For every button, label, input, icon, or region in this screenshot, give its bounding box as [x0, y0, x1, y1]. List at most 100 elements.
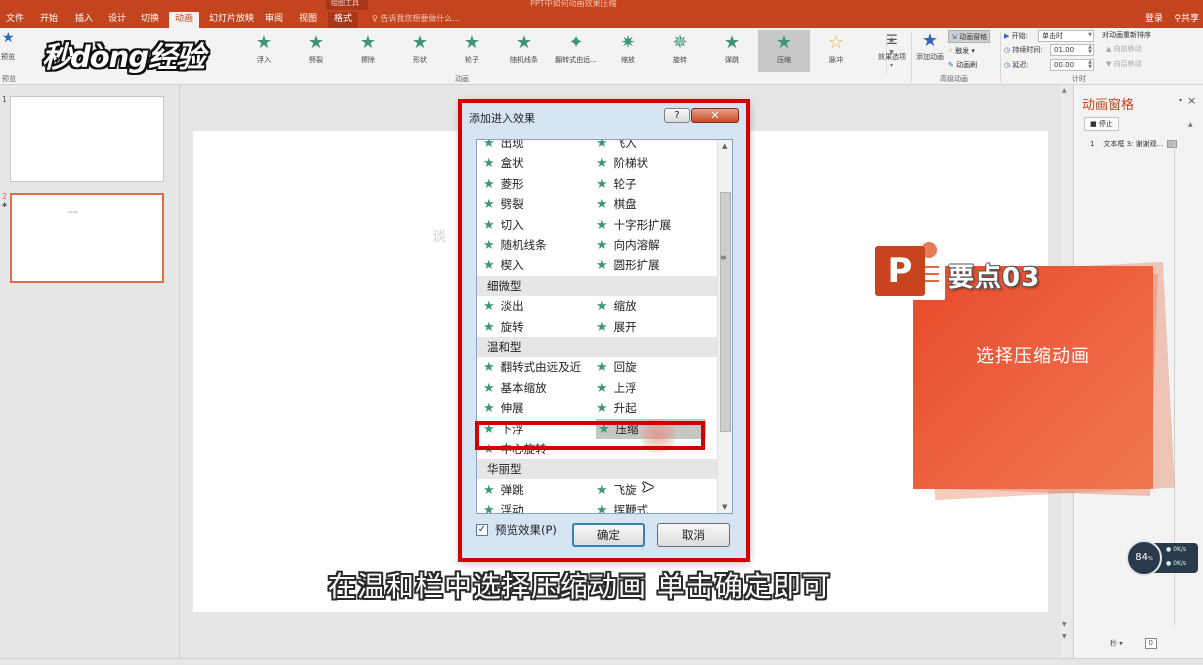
slide-thumbnail-1[interactable] [10, 96, 164, 182]
effect-option[interactable]: ★ 切入 [483, 215, 524, 235]
effect-option[interactable]: ★ 出现 [483, 140, 524, 153]
effect-option[interactable]: ★ 缩放 [596, 296, 637, 316]
effect-option[interactable]: ★ 中心旋转 [483, 439, 547, 459]
gallery-item-compress[interactable]: ★ 压缩 [758, 30, 810, 72]
gallery-item-swivel[interactable]: ✵ 旋转 [654, 30, 706, 72]
effect-option[interactable]: ★ 回旋 [596, 357, 637, 377]
effect-star-icon: ★ [483, 442, 495, 457]
spinner-icon[interactable]: ▲ ▼ [1088, 45, 1092, 55]
effect-option[interactable]: ★ 飞旋 [596, 480, 637, 500]
scroll-up-icon[interactable]: ▲ [1062, 87, 1067, 94]
ok-button[interactable]: 确定 [572, 523, 645, 547]
effect-option[interactable]: ★ 圆形扩展 [596, 255, 660, 275]
tab-view[interactable]: 视图 [299, 12, 317, 28]
zoom-value[interactable]: 0 [1144, 638, 1157, 649]
listbox-scrollbar[interactable]: ▲ ≡ ▼ [717, 140, 732, 513]
tab-format[interactable]: 格式 [328, 12, 359, 28]
tell-me-input[interactable]: ♀ 告诉我您想要做什么... [372, 12, 460, 26]
gallery-item-grow-turn[interactable]: ✦ 翻转式由远... [550, 30, 602, 72]
gallery-item-label: 随机线条 [510, 56, 538, 64]
effect-star-icon: ★ [483, 380, 495, 396]
gallery-item-split[interactable]: ★ 劈裂 [290, 30, 342, 72]
preview-checkbox-label[interactable]: 预览效果(P) [495, 522, 557, 538]
effect-option[interactable]: ★ 旋转 [483, 317, 524, 337]
tab-file[interactable]: 文件 [6, 12, 24, 28]
timing-bar[interactable] [1167, 140, 1178, 148]
gallery-item-shape[interactable]: ★ 形状 [394, 30, 446, 72]
effect-star-icon: ★ [596, 482, 608, 498]
effect-option[interactable]: ★ 升起 [596, 398, 637, 418]
tab-home[interactable]: 开始 [40, 12, 58, 28]
add-animation-button[interactable]: ★ 添加动画 [914, 30, 946, 72]
animation-pane-toggle[interactable]: ⇲ 动画窗格 [948, 30, 991, 43]
gallery-item-wipe[interactable]: ★ 擦除 [342, 30, 394, 72]
effect-option[interactable]: ★ 压缩 [596, 418, 706, 439]
help-button[interactable]: ? [664, 108, 690, 123]
effect-option[interactable]: ★ 浮动 [483, 500, 524, 513]
effect-option[interactable]: ★ 楔入 [483, 255, 524, 275]
effect-option[interactable]: ★ 随机线条 [483, 235, 547, 255]
effect-option[interactable]: ★ 基本缩放 [483, 378, 547, 398]
trigger-button[interactable]: ⚡ 触发 ▾ [948, 45, 975, 58]
tab-slideshow[interactable]: 幻灯片放映 [209, 12, 254, 28]
effect-option[interactable]: ★ 飞入 [596, 140, 637, 153]
gallery-item-random-bars[interactable]: ★ 随机线条 [498, 30, 550, 72]
tab-transitions[interactable]: 切换 [141, 12, 159, 28]
effect-option[interactable]: ★ 向内溶解 [596, 235, 660, 255]
pane-menu-icon[interactable]: ▾ [1179, 97, 1182, 104]
gallery-item-label: 压缩 [777, 56, 791, 64]
scroll-thumb[interactable] [720, 192, 731, 432]
cancel-button[interactable]: 取消 [657, 523, 730, 547]
preview-button[interactable]: ★ 预览 [0, 30, 22, 72]
effect-option[interactable]: ★ 阶梯状 [596, 153, 648, 173]
animation-list-item[interactable]: 1 文本框 3: 谢谢观... [1090, 139, 1178, 149]
scroll-down-icon[interactable]: ▼ [1062, 621, 1067, 628]
close-icon[interactable]: × [1187, 94, 1196, 107]
effect-option[interactable]: ★ 十字形扩展 [596, 215, 671, 235]
effect-option[interactable]: ★ 下浮 [483, 419, 524, 439]
effect-option[interactable]: ★ 淡出 [483, 296, 524, 316]
slide-thumbnail-2[interactable]: **** [10, 193, 164, 283]
move-earlier-button[interactable]: ▲ 向前移动 [1106, 43, 1142, 55]
effect-option[interactable]: ★ 棋盘 [596, 194, 637, 214]
start-select[interactable]: 单击时 ▼ [1038, 30, 1094, 42]
login-link[interactable]: 登录 [1145, 12, 1163, 26]
scroll-down-icon[interactable]: ▼ [722, 503, 727, 511]
dialog-close-button[interactable]: ✕ [691, 108, 739, 123]
effect-option[interactable]: ★ 盒状 [483, 153, 524, 173]
stop-button[interactable]: ■ 停止 [1084, 117, 1119, 131]
effect-option[interactable]: ★ 菱形 [483, 174, 524, 194]
slide-number: 2 [2, 192, 8, 201]
tab-insert[interactable]: 插入 [75, 12, 93, 28]
delay-input[interactable]: 00.00 ▲ ▼ [1050, 59, 1094, 71]
effect-option[interactable]: ★ 展开 [596, 317, 637, 337]
effect-row: ★ 劈裂 ★ 棋盘 [477, 194, 717, 214]
effect-option[interactable]: ★ 轮子 [596, 174, 637, 194]
spinner-icon[interactable]: ▲ ▼ [1088, 60, 1092, 70]
duration-input[interactable]: 01.00 ▲ ▼ [1050, 44, 1094, 56]
effect-option[interactable]: ★ 弹跳 [483, 480, 524, 500]
share-button[interactable]: ⚲共享 [1174, 12, 1199, 26]
gallery-item-bounce[interactable]: ★ 弹跳 [706, 30, 758, 72]
effect-option[interactable]: ★ 劈裂 [483, 194, 524, 214]
tab-design[interactable]: 设计 [108, 12, 126, 28]
move-up-icon[interactable]: ▲ [1188, 121, 1193, 128]
preview-checkbox[interactable]: ✓ [476, 524, 488, 536]
scroll-up-icon[interactable]: ▲ [722, 142, 727, 150]
gallery-item-pulse[interactable]: ☆ 脉冲 [810, 30, 862, 72]
gallery-item-zoom[interactable]: ✷ 缩放 [602, 30, 654, 72]
animation-painter-button[interactable]: ✎ 动画刷 [948, 59, 977, 72]
effect-options-button[interactable]: ☰ 效果选项 [874, 30, 910, 72]
effect-option[interactable]: ★ 上浮 [596, 378, 637, 398]
page-down-icon[interactable]: ▼ [1062, 633, 1067, 640]
share-label: 共享 [1180, 14, 1199, 24]
tab-review[interactable]: 审阅 [265, 12, 283, 28]
gallery-item-float-in[interactable]: ★ 浮入 [238, 30, 290, 72]
effect-option[interactable]: ★ 伸展 [483, 398, 524, 418]
net-speed-widget[interactable]: 84% ● 0K/s ● 0K/s [1126, 540, 1198, 576]
gallery-item-wheel[interactable]: ★ 轮子 [446, 30, 498, 72]
move-later-button[interactable]: ▼ 向后移动 [1106, 58, 1142, 70]
tab-animations[interactable]: 动画 [169, 12, 200, 28]
effect-option[interactable]: ★ 翻转式由远及近 [483, 357, 581, 377]
effect-option[interactable]: ★ 挥鞭式 [596, 500, 648, 513]
